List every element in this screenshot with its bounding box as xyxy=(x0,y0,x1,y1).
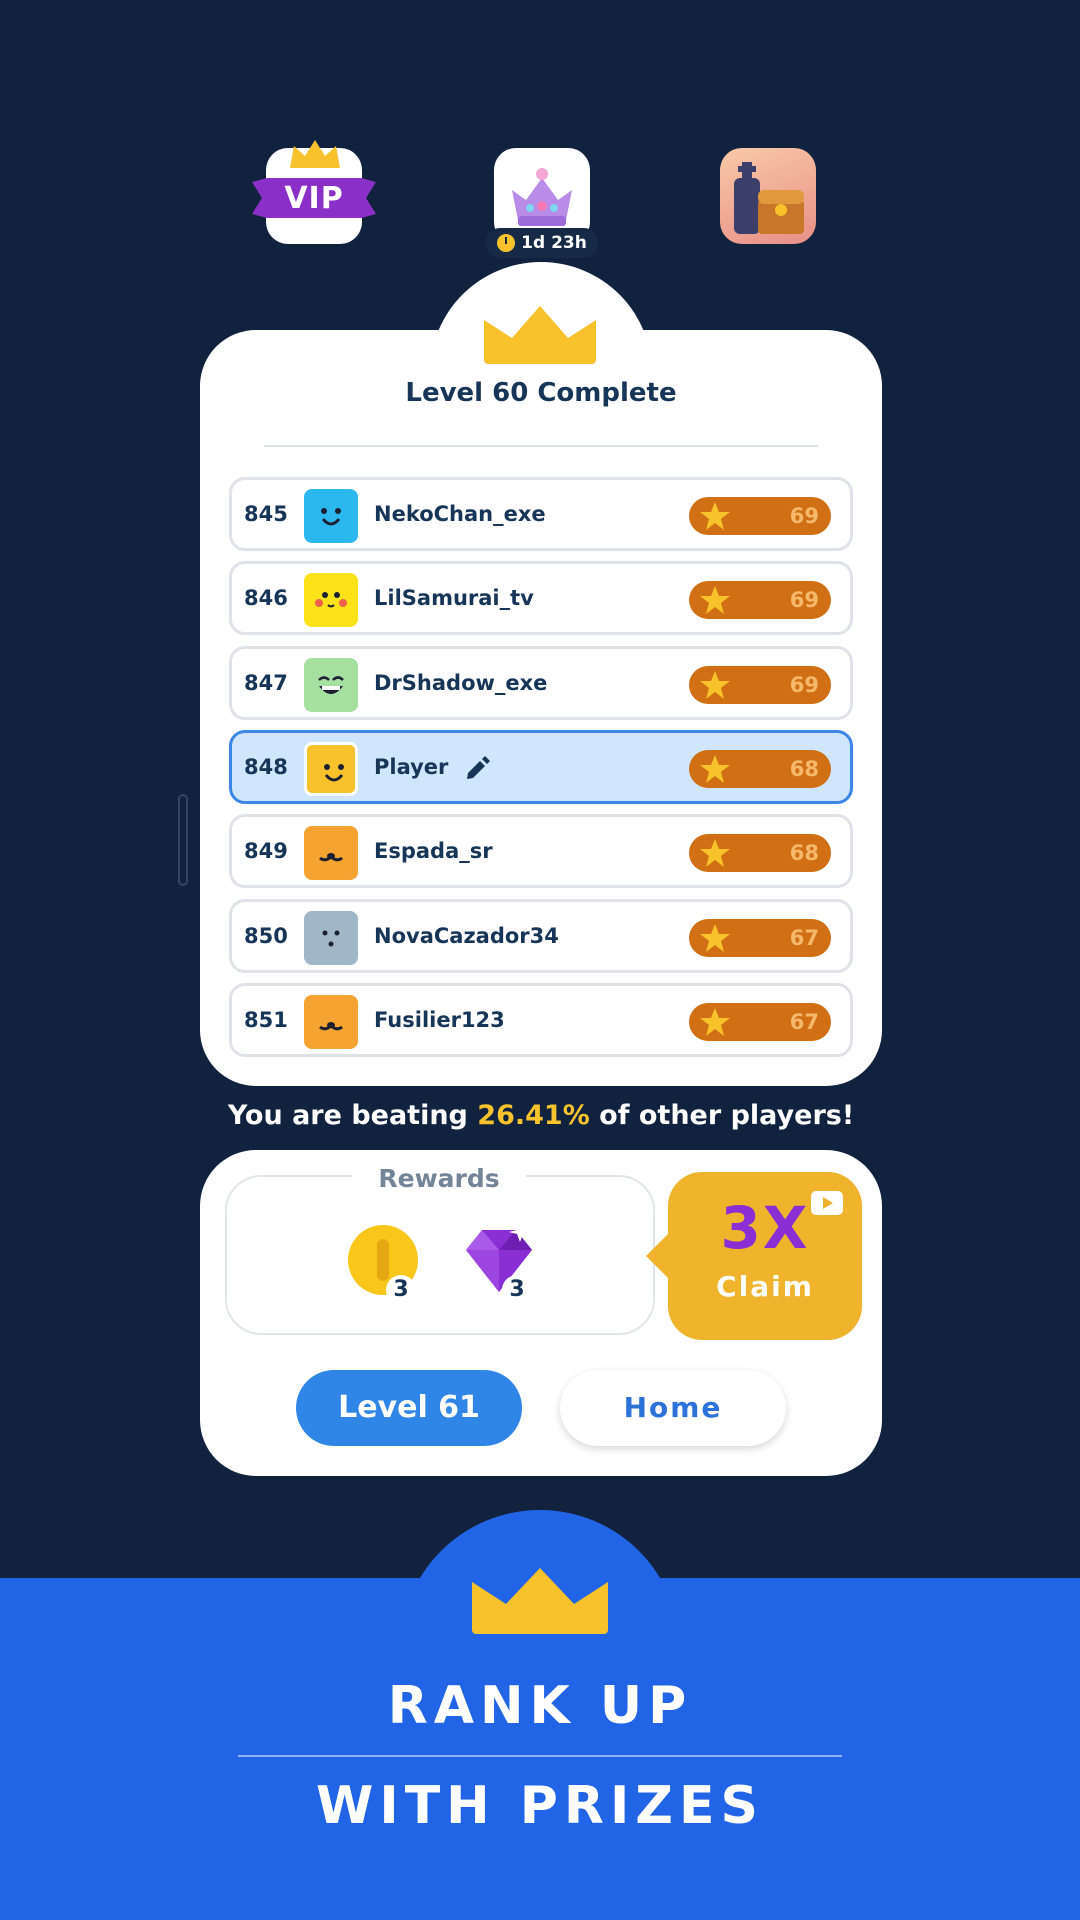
avatar-face-icon xyxy=(322,930,340,946)
chess-king-chest-art xyxy=(734,162,804,234)
star-icon xyxy=(700,670,730,699)
table-row: 847 DrShadow_exe 69 xyxy=(229,645,853,720)
avatar xyxy=(304,994,358,1049)
avatar xyxy=(304,573,358,628)
banner-crown-icon xyxy=(472,1568,608,1634)
beating-suffix: of other players! xyxy=(589,1100,855,1131)
gem-quantity: 3 xyxy=(502,1275,532,1305)
score-pill: 68 xyxy=(689,749,831,788)
rank-number: 846 xyxy=(244,586,288,611)
star-icon xyxy=(700,502,730,530)
avatar-face-icon xyxy=(319,853,343,862)
next-level-button[interactable]: Level 61 xyxy=(296,1370,522,1446)
rank-number: 848 xyxy=(244,754,288,779)
score-value: 69 xyxy=(789,588,819,613)
star-icon xyxy=(700,586,730,615)
page-title: Level 60 Complete xyxy=(405,378,677,408)
rank-number: 851 xyxy=(244,1007,288,1032)
star-icon xyxy=(700,839,730,868)
score-value: 68 xyxy=(789,841,819,866)
banner-headline: RANK UP xyxy=(387,1676,693,1736)
score-pill: 69 xyxy=(689,665,831,704)
clock-icon xyxy=(497,234,516,252)
avatar xyxy=(304,741,358,796)
score-value: 69 xyxy=(789,504,819,528)
video-icon xyxy=(811,1191,843,1215)
banner-subheadline: WITH PRIZES xyxy=(316,1776,764,1836)
vip-label: VIP xyxy=(252,178,376,218)
vip-icon[interactable]: VIP xyxy=(252,140,376,244)
table-row: 849 Espada_sr 68 xyxy=(229,814,853,889)
avatar-face-icon xyxy=(318,675,344,694)
score-pill: 68 xyxy=(689,834,831,873)
score-value: 69 xyxy=(789,672,819,697)
player-name: Espada_sr xyxy=(374,839,493,864)
rewards-label: Rewards xyxy=(352,1164,526,1193)
avatar-face-icon xyxy=(315,592,347,608)
banner-divider xyxy=(238,1755,842,1757)
beating-message: You are beating 26.41% of other players! xyxy=(200,1100,882,1131)
score-value: 67 xyxy=(789,925,819,950)
score-value: 67 xyxy=(789,1009,819,1034)
claim-label: Claim xyxy=(716,1270,814,1303)
score-pill: 69 xyxy=(689,581,831,620)
avatar xyxy=(304,657,358,712)
star-icon xyxy=(700,1007,730,1036)
table-row: 845 NekoChan_exe 69 xyxy=(229,477,853,551)
rank-number: 850 xyxy=(244,923,288,948)
edit-pencil-icon[interactable] xyxy=(462,753,492,783)
home-button[interactable]: Home xyxy=(560,1370,786,1446)
title-divider xyxy=(264,445,818,447)
score-pill: 69 xyxy=(689,497,831,535)
event-timer-badge: 1d 23h xyxy=(486,228,598,258)
star-icon xyxy=(700,754,730,783)
event-timer-text: 1d 23h xyxy=(521,233,587,253)
player-name: Fusilier123 xyxy=(374,1007,505,1032)
rank-number: 849 xyxy=(244,839,288,864)
purple-crown-icon xyxy=(512,168,572,226)
avatar xyxy=(304,489,358,543)
player-name: DrShadow_exe xyxy=(374,670,548,695)
table-row: 851 Fusilier123 67 xyxy=(229,982,853,1057)
vip-crown-icon xyxy=(290,140,340,168)
score-pill: 67 xyxy=(689,1002,831,1041)
claim-arrow xyxy=(646,1232,670,1280)
avatar xyxy=(304,826,358,881)
edit-name-button[interactable] xyxy=(462,753,492,787)
avatar-face-icon xyxy=(321,508,341,526)
beating-prefix: You are beating xyxy=(227,1100,478,1131)
star-icon xyxy=(700,923,730,952)
side-scroll-handle[interactable] xyxy=(178,794,188,886)
table-row: 850 NovaCazador34 67 xyxy=(229,898,853,973)
coin-quantity: 3 xyxy=(386,1275,416,1305)
rank-number: 845 xyxy=(244,502,288,526)
rewards-box xyxy=(225,1175,655,1335)
player-name: Player xyxy=(374,754,449,779)
claim-3x-button[interactable]: 3X Claim xyxy=(668,1172,862,1340)
crown-icon xyxy=(484,306,596,364)
player-name: NekoChan_exe xyxy=(374,502,546,526)
treasure-chest-icon[interactable] xyxy=(720,148,816,244)
player-name: NovaCazador34 xyxy=(374,923,559,948)
avatar-face-icon xyxy=(319,1021,343,1031)
table-row: 846 LilSamurai_tv 69 xyxy=(229,561,853,636)
score-pill: 67 xyxy=(689,918,831,957)
table-row-player: 848 Player 68 xyxy=(229,729,853,804)
score-value: 68 xyxy=(789,756,819,781)
rank-number: 847 xyxy=(244,670,288,695)
avatar-face-icon xyxy=(324,763,344,782)
beating-percent: 26.41% xyxy=(477,1100,590,1131)
avatar xyxy=(304,910,358,965)
player-name: LilSamurai_tv xyxy=(374,586,534,611)
